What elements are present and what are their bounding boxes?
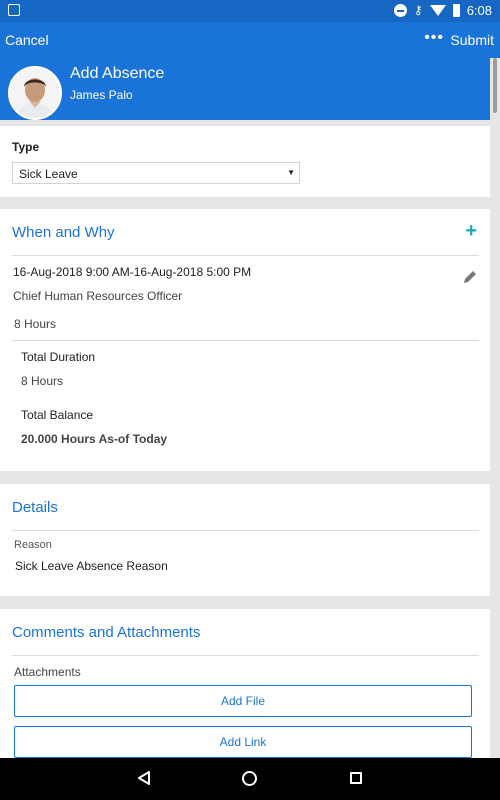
entry-role: Chief Human Resources Officer	[13, 289, 183, 303]
divider	[12, 530, 479, 531]
status-icons: ⚷ 6:08	[393, 3, 492, 18]
divider	[12, 655, 479, 656]
when-why-section: When and Why + 16-Aug-2018 9:00 AM-16-Au…	[0, 209, 490, 471]
vpn-key-icon: ⚷	[413, 3, 423, 17]
wifi-icon	[429, 5, 446, 16]
divider	[12, 255, 479, 256]
divider	[12, 340, 479, 341]
details-section: Details Reason Sick Leave Absence Reason	[0, 484, 490, 596]
type-label: Type	[12, 140, 40, 154]
total-balance-value: 20.000 Hours As-of Today	[21, 432, 168, 446]
back-triangle-icon[interactable]	[137, 771, 151, 785]
more-options-icon[interactable]: •••	[424, 30, 444, 46]
edit-pencil-icon[interactable]	[462, 269, 478, 285]
add-link-button[interactable]: Add Link	[14, 726, 472, 758]
reason-label: Reason	[14, 539, 52, 551]
total-duration-label: Total Duration	[21, 350, 96, 364]
scrollbar-track	[490, 58, 500, 758]
status-bar: ⚷ 6:08	[0, 0, 500, 22]
page-title: Add Absence	[70, 65, 165, 82]
details-title: Details	[12, 499, 58, 516]
image-notification-icon	[8, 4, 20, 16]
add-entry-button[interactable]: +	[465, 221, 477, 241]
total-balance-label: Total Balance	[21, 408, 94, 422]
person-photo-icon	[10, 68, 60, 118]
dropdown-arrow-icon: ▼	[287, 168, 295, 177]
system-nav-bar	[0, 758, 500, 800]
comments-attachments-section: Comments and Attachments Attachments Add…	[0, 609, 490, 758]
app-bar: Cancel ••• Submit	[0, 22, 500, 58]
total-duration-value: 8 Hours	[21, 374, 64, 388]
when-why-title: When and Why	[12, 224, 115, 241]
entry-hours: 8 Hours	[14, 317, 57, 331]
comments-title: Comments and Attachments	[12, 624, 201, 641]
cancel-button[interactable]: Cancel	[5, 32, 49, 48]
entry-dates: 16-Aug-2018 9:00 AM-16-Aug-2018 5:00 PM	[13, 265, 252, 279]
avatar	[8, 66, 62, 120]
reason-value: Sick Leave Absence Reason	[15, 559, 168, 573]
type-select[interactable]: Sick Leave ▼	[12, 162, 300, 184]
recent-apps-square-icon[interactable]	[350, 772, 362, 784]
battery-icon	[452, 4, 460, 17]
scrollbar-thumb[interactable]	[493, 58, 497, 113]
do-not-disturb-icon	[393, 4, 407, 17]
type-section: Type Sick Leave ▼	[0, 126, 490, 197]
attachments-label: Attachments	[14, 665, 81, 679]
submit-button[interactable]: Submit	[450, 32, 494, 48]
employee-name: James Palo	[70, 88, 133, 102]
home-circle-icon[interactable]	[242, 771, 257, 786]
type-select-value: Sick Leave	[19, 167, 78, 181]
status-time: 6:08	[466, 3, 492, 18]
page-header: Add Absence James Palo	[0, 58, 490, 120]
add-file-button[interactable]: Add File	[14, 685, 472, 717]
